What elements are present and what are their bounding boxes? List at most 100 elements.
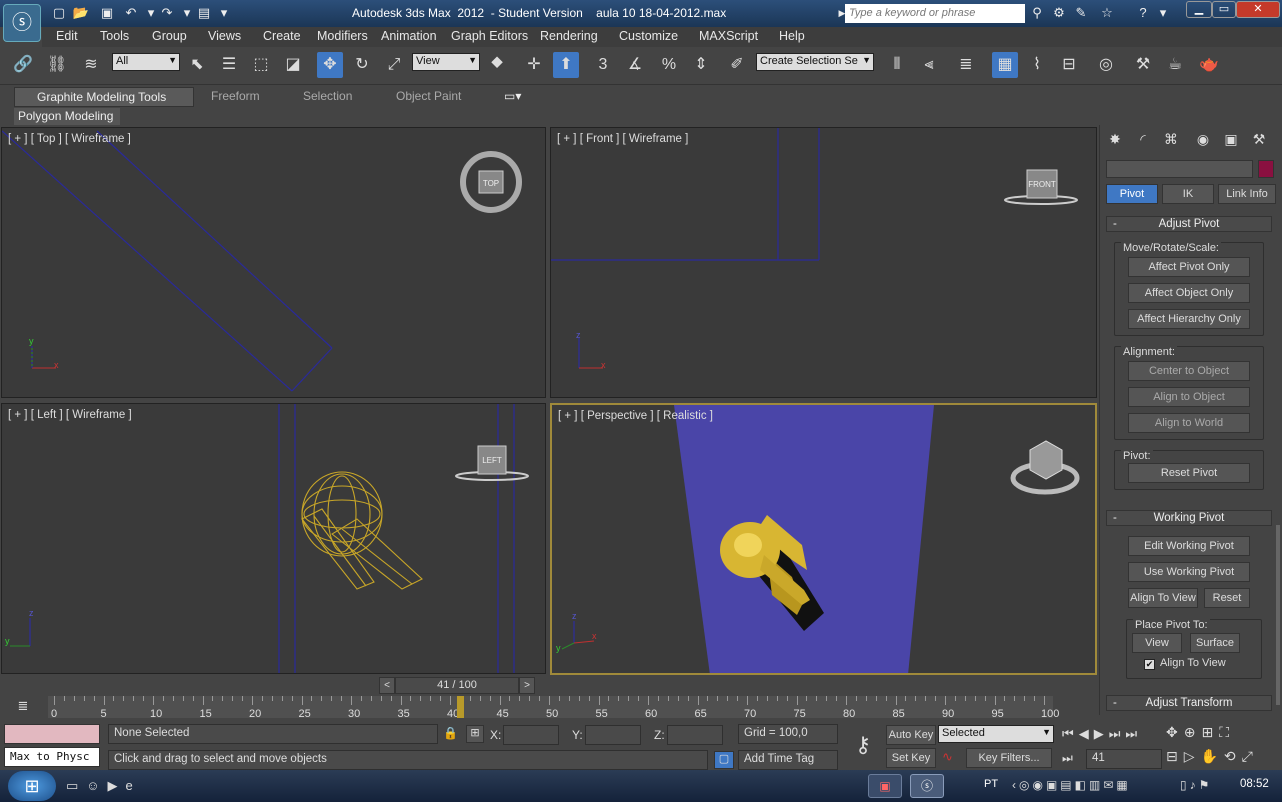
align-to-view-button[interactable]: Align To View — [1128, 588, 1198, 608]
redo-dropdown-icon[interactable]: ▾ — [178, 5, 196, 21]
help-icon[interactable]: ? — [1134, 5, 1152, 21]
align-icon[interactable]: ⫷ — [916, 52, 942, 78]
next-frame-icon[interactable]: > — [519, 677, 535, 694]
select-and-scale-icon[interactable]: ⤢ — [381, 52, 407, 78]
selection-filter-dropdown[interactable]: All ▼ — [112, 53, 180, 71]
menu-animation[interactable]: Animation — [381, 29, 437, 43]
select-object-icon[interactable]: ⬉ — [184, 52, 210, 78]
percent-snap-icon[interactable]: % — [656, 52, 682, 78]
menu-create[interactable]: Create — [263, 29, 301, 43]
mini-curve-editor-icon[interactable]: ≣ — [10, 698, 36, 716]
keyboard-shortcut-override-icon[interactable]: ⬆ — [553, 52, 579, 78]
communication-center-icon[interactable]: ✎ — [1072, 5, 1090, 21]
x-coordinate-field[interactable] — [503, 725, 559, 745]
spinner-snap-icon[interactable]: ⇕ — [688, 52, 714, 78]
menu-group[interactable]: Group — [152, 29, 187, 43]
named-selection-sets-dropdown[interactable]: Create Selection Se ▼ — [756, 53, 874, 71]
project-folder-icon[interactable]: ▤ — [195, 5, 213, 21]
affect-object-only-button[interactable]: Affect Object Only — [1128, 283, 1250, 303]
language-indicator[interactable]: PT — [984, 778, 998, 790]
menu-tools[interactable]: Tools — [100, 29, 129, 43]
select-and-move-icon[interactable]: ✥ — [317, 52, 343, 78]
utilities-tab-icon[interactable]: ⚒ — [1248, 128, 1270, 150]
create-tab-icon[interactable]: ✸ — [1104, 128, 1126, 150]
rollout-adjust-pivot[interactable]: - Adjust Pivot — [1106, 216, 1272, 232]
application-button[interactable]: ⓢ — [3, 4, 41, 42]
z-coordinate-field[interactable] — [667, 725, 723, 745]
material-editor-icon[interactable]: ◎ — [1093, 52, 1119, 78]
tab-graphite-modeling-tools[interactable]: Graphite Modeling Tools — [14, 87, 194, 107]
favorites-star-icon[interactable]: ☆ — [1098, 5, 1116, 21]
menu-rendering[interactable]: Rendering — [540, 29, 598, 43]
open-file-icon[interactable]: 📂 — [72, 5, 90, 21]
key-mode-dropdown[interactable]: Selected ▼ — [938, 725, 1054, 743]
set-key-icon[interactable]: ⚷ — [846, 732, 880, 758]
menu-modifiers[interactable]: Modifiers — [317, 29, 368, 43]
viewport-navigation-controls[interactable]: ✥⊕⊞⛶ — [1166, 724, 1235, 741]
reset-pivot-button[interactable]: Reset Pivot — [1128, 463, 1250, 483]
tab-link-info[interactable]: Link Info — [1218, 184, 1276, 204]
close-button[interactable]: ✕ — [1236, 1, 1280, 18]
tray-status-icons[interactable]: ▯♪⚑ — [1180, 778, 1212, 792]
menu-edit[interactable]: Edit — [56, 29, 78, 43]
rectangular-selection-icon[interactable]: ⬚ — [248, 52, 274, 78]
center-to-object-button[interactable]: Center to Object — [1128, 361, 1250, 381]
angle-snap-icon[interactable]: ∡ — [622, 52, 648, 78]
rollout-working-pivot[interactable]: - Working Pivot — [1106, 510, 1272, 526]
viewport-label-front[interactable]: [ + ] [ Front ] [ Wireframe ] — [557, 133, 688, 145]
tab-freeform[interactable]: Freeform — [211, 89, 260, 103]
bind-space-warp-icon[interactable]: ≋ — [78, 52, 104, 78]
ribbon-options-icon[interactable]: ▭▾ — [504, 89, 521, 103]
time-tag-icon[interactable]: ▢ — [714, 751, 734, 769]
set-key-button[interactable]: Set Key — [886, 748, 936, 768]
rollout-adjust-transform[interactable]: - Adjust Transform — [1106, 695, 1272, 711]
select-and-rotate-icon[interactable]: ↻ — [349, 52, 375, 78]
pivot-center-icon[interactable]: ⯁ — [484, 52, 510, 78]
place-pivot-surface-button[interactable]: Surface — [1190, 633, 1240, 653]
frame-indicator[interactable]: 41 / 100 — [395, 677, 519, 694]
tab-pivot[interactable]: Pivot — [1106, 184, 1158, 204]
menu-maxscript[interactable]: MAXScript — [699, 29, 758, 43]
rendered-frame-icon[interactable]: ☕ — [1162, 52, 1188, 78]
affect-hierarchy-only-button[interactable]: Affect Hierarchy Only — [1128, 309, 1250, 329]
taskbar-app-3dsmax[interactable]: ⓢ — [910, 774, 944, 798]
place-pivot-view-button[interactable]: View — [1132, 633, 1182, 653]
viewport-top[interactable]: TOP y x [ + ] [ Top ] [ Wireframe ] — [1, 127, 546, 398]
key-filters-button[interactable]: Key Filters... — [966, 748, 1052, 768]
snaps-toggle-icon[interactable]: 3 — [590, 52, 616, 78]
tab-selection[interactable]: Selection — [303, 89, 352, 103]
viewport-navigation-controls-2[interactable]: ⊟▷✋⟲⤢ — [1166, 748, 1259, 765]
taskbar-app-pdf[interactable]: ▣ — [868, 774, 902, 798]
system-tray-icons[interactable]: ‹◎◉▣▤◧▥✉▦ — [1012, 778, 1131, 792]
align-to-view-checkbox[interactable]: ✔ — [1144, 659, 1155, 670]
start-button[interactable]: ⊞ — [8, 771, 56, 801]
viewcube-icon[interactable] — [1029, 440, 1063, 480]
window-crossing-icon[interactable]: ◪ — [280, 52, 306, 78]
viewport-label-left[interactable]: [ + ] [ Left ] [ Wireframe ] — [8, 409, 132, 421]
align-to-world-button[interactable]: Align to World — [1128, 413, 1250, 433]
auto-key-button[interactable]: Auto Key — [886, 725, 936, 745]
mirror-icon[interactable]: ⫴ — [884, 52, 910, 78]
key-mode-toggle-icon[interactable]: ⏭ — [1062, 751, 1073, 766]
viewport-left[interactable]: LEFT z y [ + ] [ Left ] [ Wireframe ] — [1, 403, 546, 674]
affect-pivot-only-button[interactable]: Affect Pivot Only — [1128, 257, 1250, 277]
maxscript-listener-pink[interactable] — [4, 724, 100, 744]
previous-frame-icon[interactable]: < — [379, 677, 395, 694]
trackbar[interactable]: ≣ 0 5 10 15 20 25 30 35 40 45 50 55 60 65 70 75 80 85 90 95… — [0, 694, 1099, 720]
search-input[interactable]: Type a keyword or phrase — [845, 4, 1025, 23]
current-frame-field[interactable]: 41 — [1086, 749, 1162, 769]
align-to-object-button[interactable]: Align to Object — [1128, 387, 1250, 407]
motion-tab-icon[interactable]: ◉ — [1192, 128, 1214, 150]
object-color-swatch[interactable] — [1258, 160, 1274, 178]
menu-help[interactable]: Help — [779, 29, 805, 43]
select-and-link-icon[interactable]: 🔗 — [10, 52, 36, 78]
default-tangent-icon[interactable]: ∿ — [942, 749, 953, 765]
absolute-mode-icon[interactable]: ⊞ — [466, 725, 484, 743]
edit-named-selection-icon[interactable]: ✐ — [724, 52, 750, 78]
layer-manager-icon[interactable]: ≣ — [953, 52, 979, 78]
subscription-icon[interactable]: ⚙ — [1050, 5, 1068, 21]
redo-icon[interactable]: ↷ — [158, 5, 176, 21]
unlink-icon[interactable]: ⛓ — [44, 52, 70, 78]
y-coordinate-field[interactable] — [585, 725, 641, 745]
viewport-label-top[interactable]: [ + ] [ Top ] [ Wireframe ] — [8, 133, 131, 145]
